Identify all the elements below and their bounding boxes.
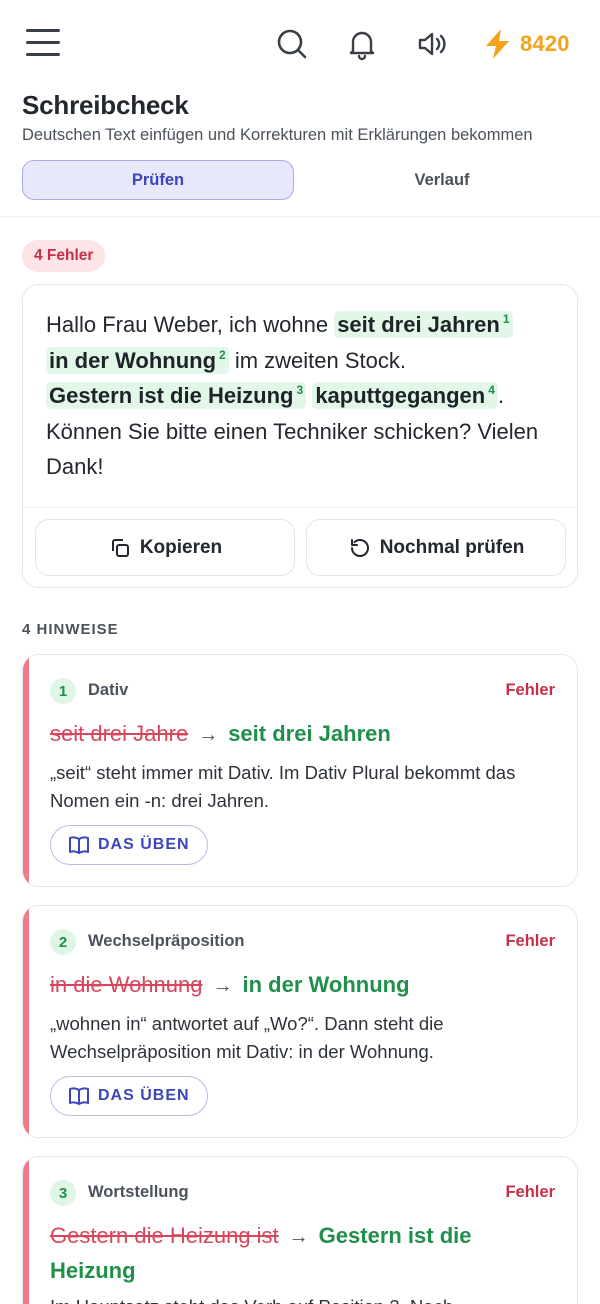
hint-explanation: „seit“ steht immer mit Dativ. Im Dativ P…: [50, 762, 516, 811]
hint-category: Wechselpräposition: [88, 932, 245, 950]
copy-label: Kopieren: [139, 536, 223, 558]
highlight-4[interactable]: kaputtgegangen 4: [312, 382, 498, 409]
copy-button[interactable]: Kopieren: [35, 519, 295, 576]
card-divider: [23, 507, 577, 508]
wrong-text: Gestern die Heizung ist: [50, 1223, 279, 1248]
page-subtitle: Deutschen Text einfügen und Korrekturen …: [22, 126, 533, 144]
hint-severity: Fehler: [505, 932, 555, 950]
copy-icon: [111, 538, 129, 557]
highlight-1[interactable]: seit drei Jahren 1: [334, 311, 513, 338]
recheck-label: Nochmal prüfen: [379, 536, 525, 558]
hint-card: 3 Wortstellung Fehler Gestern die Heizun…: [22, 1156, 578, 1304]
hint-card: 2 Wechselpräposition Fehler in die Wohnu…: [22, 905, 578, 1138]
wrong-text: in die Wohnung: [50, 972, 203, 997]
hint-number: 2: [50, 929, 76, 955]
hints-section-title: 4 HINWEISE: [22, 621, 119, 638]
corrected-text: seit drei Jahren: [228, 721, 391, 746]
hint-number: 1: [50, 678, 76, 704]
hamburger-menu-icon[interactable]: [26, 29, 60, 57]
divider: [0, 216, 600, 217]
arrow-right-icon: →: [288, 1226, 309, 1248]
recheck-button[interactable]: Nochmal prüfen: [306, 519, 566, 576]
hint-correction: in die Wohnung → in der Wohnung: [50, 968, 550, 1003]
hint-severity: Fehler: [505, 681, 555, 699]
severity-bar: [23, 906, 29, 1137]
bell-icon[interactable]: [342, 24, 382, 64]
hint-number: 3: [50, 1180, 76, 1206]
xp-value: 8420: [520, 31, 570, 56]
practice-button[interactable]: DAS ÜBEN: [50, 1076, 208, 1116]
arrow-right-icon: →: [212, 975, 233, 997]
search-icon[interactable]: [272, 24, 312, 64]
severity-bar: [23, 1157, 29, 1304]
top-bar: 8420: [0, 0, 600, 88]
highlight-2[interactable]: in der Wohnung 2: [46, 346, 229, 374]
speaker-icon[interactable]: [412, 24, 452, 64]
book-icon: [69, 836, 89, 854]
xp-counter[interactable]: 8420: [482, 26, 570, 62]
hint-explanation: Im Hauptsatz steht das Verb auf Position…: [50, 1293, 550, 1304]
hint-explanation: „wohnen in“ antwortet auf „Wo?“. Dann st…: [50, 1013, 444, 1062]
page-title: Schreibcheck: [22, 90, 189, 120]
text-segment: im zweiten Stock.: [228, 347, 406, 373]
hint-category: Wortstellung: [88, 1183, 189, 1201]
hint-severity: Fehler: [505, 1183, 555, 1201]
tab-bar: Prüfen Verlauf: [22, 160, 578, 200]
lightning-icon: [486, 29, 509, 59]
hint-correction: seit drei Jahre → seit drei Jahren: [50, 717, 550, 752]
practice-label: DAS ÜBEN: [98, 836, 190, 853]
checked-text: Hallo Frau Weber, ich wohne seit drei Ja…: [46, 307, 562, 485]
tab-verlauf[interactable]: Verlauf: [306, 160, 578, 200]
checked-text-card: Hallo Frau Weber, ich wohne seit drei Ja…: [22, 284, 578, 588]
hint-card: 1 Dativ Fehler seit drei Jahre → seit drei…: [22, 654, 578, 887]
book-icon: [69, 1087, 89, 1105]
tab-pruefen[interactable]: Prüfen: [22, 160, 294, 200]
refresh-icon: [350, 538, 369, 557]
practice-button[interactable]: DAS ÜBEN: [50, 825, 208, 865]
arrow-right-icon: →: [198, 724, 219, 746]
corrected-text: in der Wohnung: [242, 972, 410, 997]
highlight-3[interactable]: Gestern ist die Heizung 3: [46, 382, 307, 409]
text-segment: Hallo Frau Weber, ich wohne: [46, 312, 335, 337]
severity-bar: [23, 655, 29, 886]
practice-label: DAS ÜBEN: [98, 1087, 190, 1104]
error-count-badge: 4 Fehler: [22, 240, 106, 272]
hint-correction: Gestern die Heizung ist → Gestern ist die …: [50, 1219, 520, 1287]
wrong-text: seit drei Jahre: [50, 721, 189, 746]
hint-category: Dativ: [88, 681, 129, 699]
